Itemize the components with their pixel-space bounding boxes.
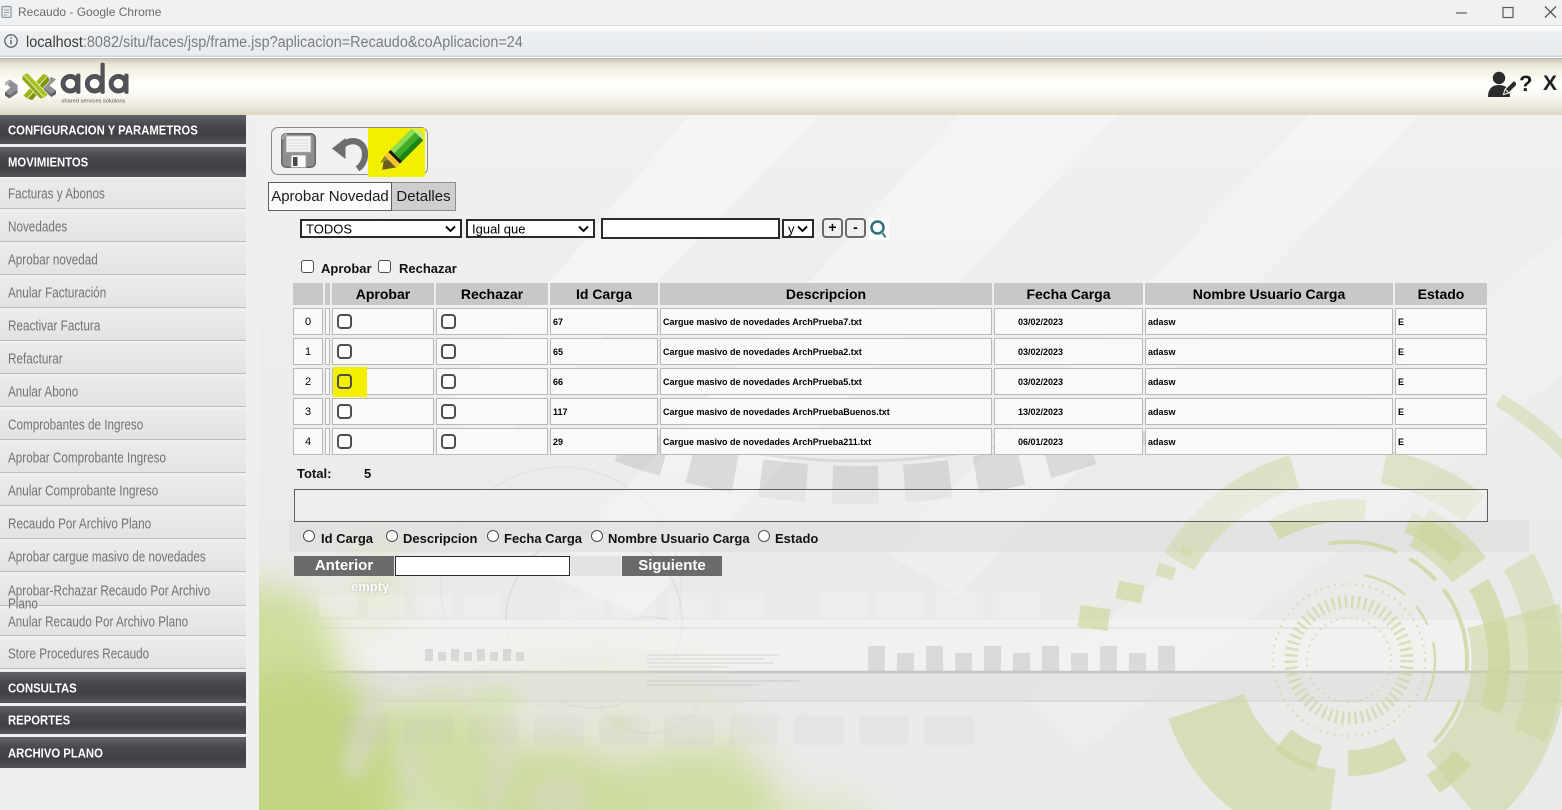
svg-text:shared services solutions: shared services solutions xyxy=(62,98,126,104)
